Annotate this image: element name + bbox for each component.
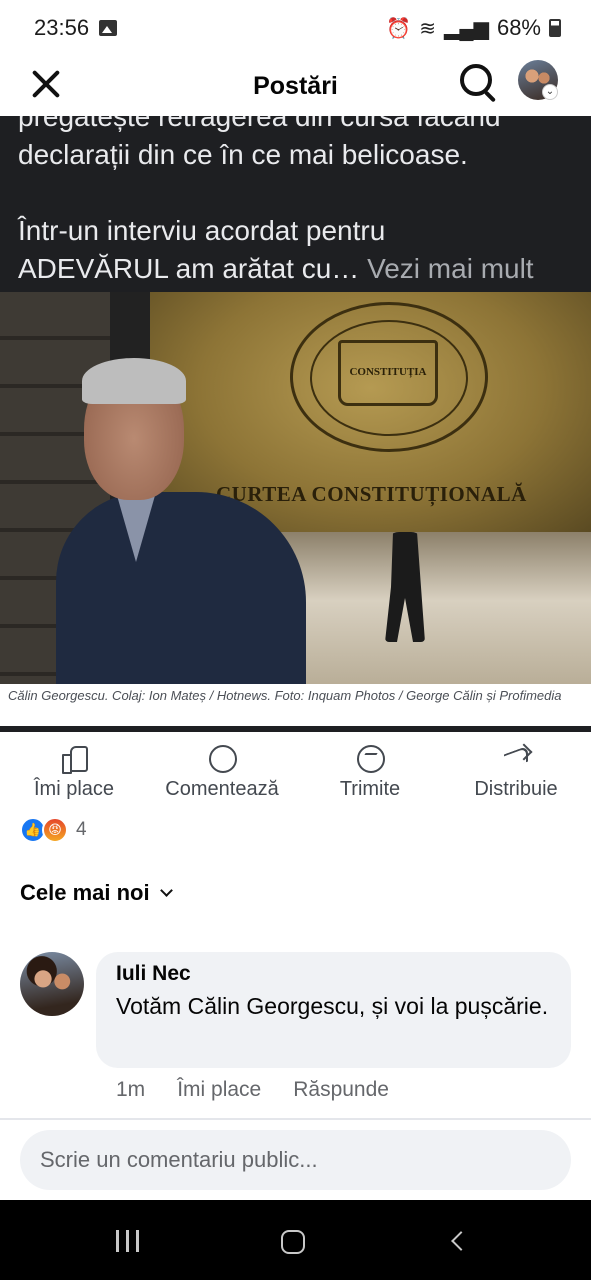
send-button[interactable]: Trimite: [332, 744, 408, 801]
share-button[interactable]: Distribuie: [468, 744, 564, 801]
post-text: pregătește retragerea din cursa făcând d…: [0, 116, 591, 292]
wifi-icon: ≋: [419, 17, 437, 40]
comment-label: Comentează: [165, 778, 279, 800]
post-line: ADEVĂRUL am arătat cu…: [18, 253, 360, 284]
post-image[interactable]: CONSTITUȚIA CURTEA CONSTITUȚIONALĂ: [0, 292, 591, 684]
system-nav-bar: [0, 1200, 591, 1280]
post-line: pregătește retragerea din cursa făcând: [18, 116, 501, 132]
comment-reply-link[interactable]: Răspunde: [293, 1078, 389, 1102]
send-label: Trimite: [339, 778, 401, 800]
divider: [0, 1118, 591, 1120]
gallery-notification-icon: [99, 20, 118, 36]
comment-input-placeholder: Scrie un comentariu public...: [40, 1147, 318, 1172]
comment-time: 1m: [116, 1078, 146, 1101]
status-right: ⏰ ≋ ▂▄▆ 68%: [386, 15, 561, 41]
see-more-link[interactable]: Vezi mai mult: [367, 253, 534, 284]
signal-icon: ▂▄▆: [444, 17, 489, 40]
post-actions: Îmi place Comentează Trimite Distribuie: [0, 740, 591, 810]
back-icon[interactable]: [451, 1231, 471, 1251]
top-app-bar: Postări ⌄: [0, 56, 591, 116]
status-left: 23:56: [34, 15, 118, 41]
image-caption: Călin Georgescu. Colaj: Ion Mateș / Hotn…: [0, 684, 591, 730]
person-hair: [82, 358, 186, 404]
recent-apps-icon[interactable]: [116, 1230, 140, 1252]
like-button[interactable]: Îmi place: [30, 744, 118, 801]
person-body: [56, 492, 306, 684]
search-handle: [483, 90, 497, 103]
chevron-down-icon: [159, 883, 173, 897]
share-label: Distribuie: [474, 778, 558, 800]
sort-label: Cele mai noi: [20, 880, 150, 905]
recent-bar: [126, 1230, 129, 1252]
alarm-icon: ⏰: [386, 17, 412, 40]
post-line: Într-un interviu acordat pentru: [18, 215, 386, 246]
court-name: CURTEA CONSTITUȚIONALĂ: [216, 482, 527, 506]
comment-like-link[interactable]: Îmi place: [177, 1078, 261, 1102]
share-icon: [502, 744, 530, 772]
comment-text: Votăm Călin Georgescu, și voi la pușcări…: [116, 993, 549, 1019]
comment-button[interactable]: Comentează: [160, 744, 284, 801]
status-time: 23:56: [34, 15, 90, 40]
comment-icon: [208, 744, 237, 773]
home-icon[interactable]: [281, 1230, 305, 1254]
avatar[interactable]: [20, 952, 84, 1016]
like-label: Îmi place: [33, 778, 115, 800]
battery-percent: 68%: [496, 15, 541, 40]
comment-author[interactable]: Iuli Nec: [116, 962, 551, 986]
recent-bar: [116, 1230, 119, 1252]
comment-input[interactable]: Scrie un comentariu public...: [20, 1130, 571, 1190]
close-icon[interactable]: [28, 66, 64, 102]
chevron-down-icon[interactable]: ⌄: [542, 84, 558, 100]
comment-bubble[interactable]: Iuli Nec Votăm Călin Georgescu, și voi l…: [96, 952, 571, 1068]
post-line-last: ADEVĂRUL am arătat cu… Vezi mai mult: [18, 250, 573, 288]
recent-bar: [136, 1230, 139, 1252]
reactions-summary[interactable]: 👍 😡 4: [20, 816, 87, 844]
reaction-count: 4: [76, 819, 87, 840]
book-label: CONSTITUȚIA: [349, 366, 427, 378]
post-line: declarații din ce în ce mai belicoase.: [18, 139, 468, 170]
page-title: Postări: [253, 71, 338, 100]
comment-meta: 1m Îmi place Răspunde: [116, 1078, 389, 1102]
angry-reaction-icon: 😡: [42, 817, 68, 843]
comment-sort-dropdown[interactable]: Cele mai noi: [20, 880, 173, 906]
divider: [0, 726, 591, 732]
search-icon[interactable]: [458, 62, 502, 106]
battery-icon: [549, 19, 561, 37]
messenger-icon: [356, 744, 385, 773]
status-bar: 23:56 ⏰ ≋ ▂▄▆ 68%: [0, 0, 591, 56]
thumbs-up-icon: [60, 744, 88, 774]
